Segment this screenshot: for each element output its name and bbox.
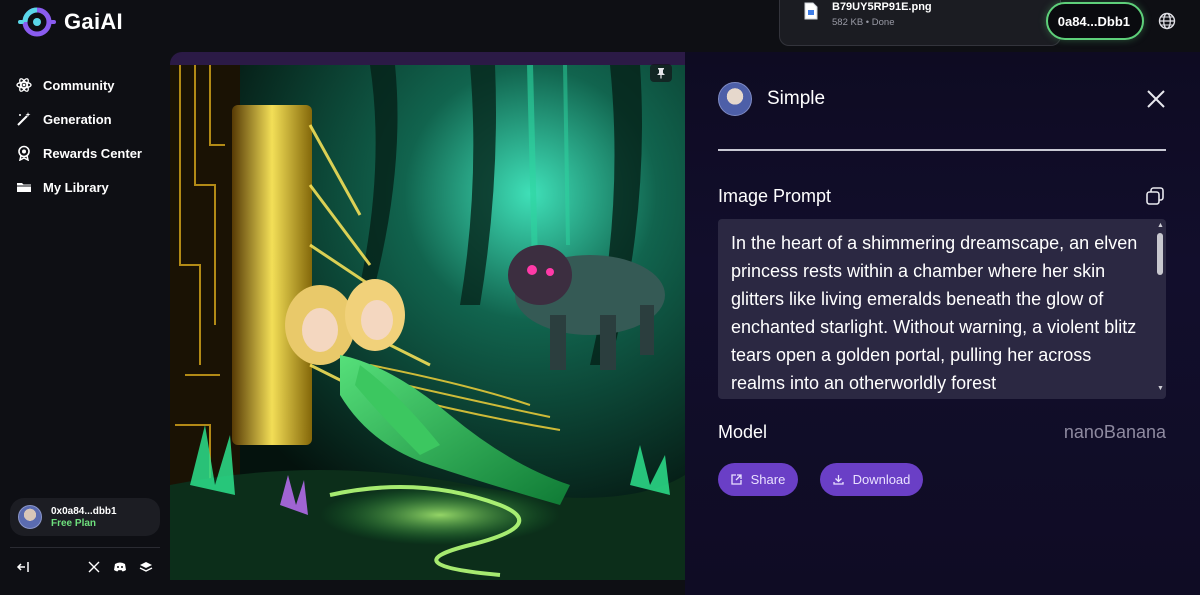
user-card[interactable]: 0x0a84...dbb1 Free Plan (10, 498, 160, 536)
prompt-text: In the heart of a shimmering dreamscape,… (731, 233, 1138, 393)
folder-icon (17, 183, 31, 192)
prompt-scrollbar[interactable]: ▲ ▼ (1155, 219, 1166, 399)
download-filename: B79UY5RP91E.png (832, 1, 932, 13)
globe-icon[interactable] (1158, 12, 1176, 30)
share-button[interactable]: Share (718, 463, 798, 496)
image-top-strip (170, 52, 685, 65)
download-notification[interactable]: B79UY5RP91E.png 582 KB • Done (779, 0, 1061, 46)
wallet-button[interactable]: 0a84...Dbb1 (1046, 2, 1144, 40)
atom-icon (16, 78, 32, 92)
download-icon (832, 475, 844, 485)
sidebar-item-label: Rewards Center (43, 145, 142, 161)
pin-button[interactable] (650, 64, 672, 82)
wallet-address: 0a84...Dbb1 (1057, 13, 1130, 29)
sidebar-item-label: Generation (43, 111, 112, 127)
user-plan: Free Plan (51, 517, 97, 529)
magic-wand-icon (17, 112, 31, 126)
avatar (718, 82, 752, 116)
app-name: GaiAI (64, 9, 123, 34)
download-meta: 582 KB • Done (832, 17, 895, 28)
image-viewer (170, 52, 685, 595)
top-bar: GaiAI B79UY5RP91E.png 582 KB • Done 0a84… (0, 0, 1200, 52)
user-address: 0x0a84...dbb1 (51, 505, 117, 517)
layers-icon[interactable] (139, 560, 153, 574)
medal-icon (18, 145, 30, 161)
scroll-down-icon[interactable]: ▼ (1157, 385, 1164, 392)
copy-icon[interactable] (1145, 186, 1165, 206)
discord-icon[interactable] (113, 560, 127, 574)
sidebar-item-label: My Library (43, 179, 109, 195)
sidebar-divider (10, 547, 160, 548)
sidebar-item-my-library[interactable]: My Library (16, 176, 109, 198)
share-label: Share (750, 472, 786, 487)
sidebar-item-label: Community (43, 77, 115, 93)
download-button[interactable]: Download (820, 463, 923, 496)
avatar (18, 505, 42, 529)
detail-panel: Simple Image Prompt In the heart of a sh… (685, 52, 1200, 595)
scroll-thumb[interactable] (1157, 233, 1163, 275)
sidebar: Community Generation Rewards Center My L… (0, 52, 170, 595)
app-logo[interactable]: GaiAI (18, 5, 123, 39)
prompt-textbox[interactable]: In the heart of a shimmering dreamscape,… (718, 219, 1166, 399)
pin-icon (657, 68, 665, 79)
style-name: Simple (767, 88, 826, 109)
file-icon (804, 2, 818, 20)
x-icon[interactable] (87, 560, 101, 574)
model-label: Model (718, 422, 768, 442)
close-icon[interactable] (1147, 90, 1165, 108)
prompt-label: Image Prompt (718, 186, 832, 206)
divider (718, 149, 1166, 151)
logo-icon (18, 7, 56, 37)
sidebar-item-community[interactable]: Community (16, 74, 115, 96)
model-value: nanoBanana (1063, 422, 1166, 442)
share-icon (730, 474, 742, 485)
collapse-icon[interactable] (16, 560, 30, 574)
scroll-up-icon[interactable]: ▲ (1157, 222, 1164, 229)
sidebar-item-rewards-center[interactable]: Rewards Center (16, 142, 142, 164)
download-label: Download (852, 472, 911, 487)
generated-image[interactable] (170, 65, 685, 580)
sidebar-item-generation[interactable]: Generation (16, 108, 112, 130)
